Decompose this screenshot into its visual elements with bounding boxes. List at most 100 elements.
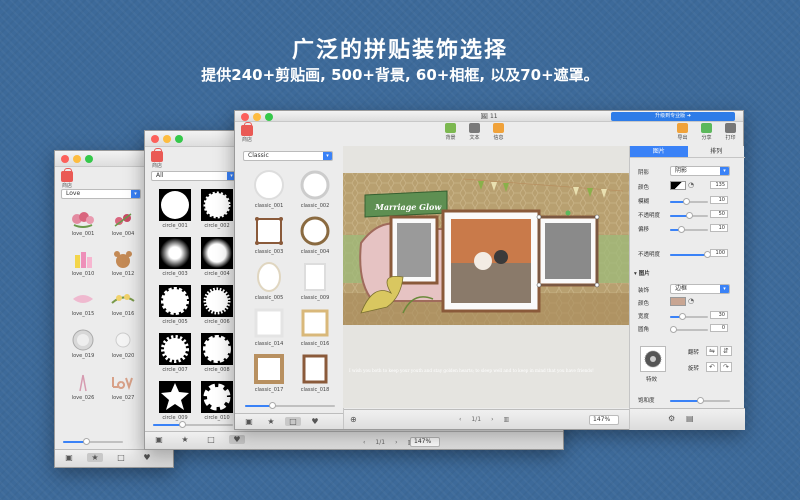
frame-item[interactable]: classic_017 [249, 353, 289, 393]
frame-item[interactable]: classic_009 [295, 261, 335, 301]
rotate-left-icon[interactable]: ↶ [706, 362, 718, 372]
next-page-icon[interactable]: › [491, 416, 493, 423]
effects-thumbnail[interactable] [640, 346, 666, 372]
next-page-icon[interactable]: › [395, 439, 397, 446]
rotate-right-icon[interactable]: ↷ [720, 362, 732, 372]
mask-item[interactable]: circle_009 [155, 381, 195, 421]
clipart-item[interactable]: love_020 [105, 329, 141, 359]
upgrade-button[interactable]: 升级到专业版 ➜ [611, 112, 735, 121]
frame-item[interactable]: classic_014 [249, 307, 289, 347]
print-button[interactable]: 打印 [725, 123, 736, 141]
category-select[interactable]: Love ▾ [61, 189, 141, 199]
minimize-button[interactable] [73, 155, 81, 163]
heart-icon[interactable]: ♥ [229, 435, 245, 444]
canvas[interactable]: Marriage Glow I wish you both to keep yo… [343, 146, 629, 408]
angle-field[interactable]: 135 [710, 181, 728, 189]
mask-item[interactable]: circle_008 [197, 333, 237, 373]
star-icon[interactable]: ★ [87, 453, 103, 462]
frame-icon[interactable]: □ [203, 435, 219, 444]
width-field[interactable]: 30 [710, 311, 728, 319]
mask-item[interactable]: circle_007 [155, 333, 195, 373]
opacity2-field[interactable]: 100 [710, 249, 728, 257]
clipart-item[interactable]: love_012 [105, 249, 141, 277]
mask-item[interactable]: circle_002 [197, 189, 237, 229]
prev-page-icon[interactable]: ‹ [459, 416, 461, 423]
document-icon[interactable]: ▤ [686, 414, 694, 423]
mask-item[interactable]: circle_005 [155, 285, 195, 325]
share-button[interactable]: 分享 [701, 123, 712, 141]
category-select[interactable]: All ▾ [151, 171, 237, 181]
flip-horizontal-icon[interactable]: ⇋ [706, 346, 718, 356]
thumbnail-size-slider[interactable] [153, 421, 233, 428]
image-icon[interactable]: ▣ [151, 435, 167, 444]
mask-item[interactable]: circle_010 [197, 381, 237, 421]
zoom-button[interactable] [85, 155, 93, 163]
frame-item[interactable]: classic_005 [249, 261, 289, 301]
category-select[interactable]: Classic ▾ [243, 151, 333, 161]
text-button[interactable]: 文本 [469, 123, 480, 141]
heart-icon[interactable]: ♥ [307, 417, 323, 426]
thumbnail-size-slider[interactable] [245, 402, 335, 409]
star-icon[interactable]: ★ [177, 435, 193, 444]
clipart-item[interactable]: love_027 [105, 371, 141, 401]
saturation-slider[interactable] [670, 397, 730, 404]
zoom-select[interactable]: 147% [589, 415, 619, 425]
minimize-button[interactable] [163, 135, 171, 143]
background-button[interactable]: 背景 [445, 123, 456, 141]
clipart-item[interactable]: love_016 [105, 289, 141, 317]
blur-field[interactable]: 10 [710, 196, 728, 204]
opacity-slider[interactable] [670, 212, 708, 219]
frame-color-well[interactable] [670, 297, 686, 306]
clipart-item[interactable]: love_019 [65, 329, 101, 359]
thumbnail-size-slider[interactable] [63, 438, 123, 445]
angle-icon[interactable]: ◔ [688, 181, 694, 189]
offset-slider[interactable] [670, 226, 708, 233]
width-slider[interactable] [670, 313, 708, 320]
flip-vertical-icon[interactable]: ⇵ [720, 346, 732, 356]
offset-field[interactable]: 10 [710, 224, 728, 232]
close-button[interactable] [61, 155, 69, 163]
mask-item[interactable]: circle_003 [155, 237, 195, 277]
shop-button[interactable]: 商店 [241, 122, 253, 143]
close-button[interactable] [151, 135, 159, 143]
star-icon[interactable]: ★ [263, 417, 279, 426]
mask-item[interactable]: circle_004 [197, 237, 237, 277]
clipart-item[interactable]: love_015 [65, 289, 101, 317]
frame-item[interactable]: classic_016 [295, 307, 335, 347]
clipart-item[interactable]: love_026 [65, 371, 101, 401]
mask-item[interactable]: circle_001 [155, 189, 195, 229]
clipart-item[interactable]: love_004 [105, 209, 141, 237]
opacity-field[interactable]: 50 [710, 210, 728, 218]
zoom-icon[interactable]: ⊕ [350, 415, 357, 424]
frame-item[interactable]: classic_002 [295, 169, 335, 209]
clipart-item[interactable]: love_001 [65, 209, 101, 237]
color-picker-icon[interactable]: ◔ [688, 297, 694, 305]
clipart-item[interactable]: love_010 [65, 249, 101, 277]
gear-icon[interactable]: ⚙ [668, 414, 675, 423]
shadow-color-well[interactable] [670, 181, 686, 190]
tab-arrange[interactable]: 排列 [687, 146, 745, 158]
blur-slider[interactable] [670, 198, 708, 205]
mask-item[interactable]: circle_006 [197, 285, 237, 325]
radius-field[interactable]: 0 [710, 324, 728, 332]
frame-item[interactable]: classic_001 [249, 169, 289, 209]
heart-icon[interactable]: ♥ [139, 453, 155, 462]
frame-item[interactable]: classic_003 [249, 215, 289, 255]
prev-page-icon[interactable]: ‹ [363, 439, 365, 446]
info-button[interactable]: 信息 [493, 123, 504, 141]
shop-button[interactable]: 商店 [151, 148, 163, 169]
shop-button[interactable]: 商店 [61, 168, 73, 189]
frame-select[interactable]: 边框 ▾ [670, 284, 730, 294]
radius-slider[interactable] [670, 326, 708, 333]
shadow-select[interactable]: 阴影 ▾ [670, 166, 730, 176]
zoom-select[interactable]: 147% [410, 437, 440, 447]
book-icon[interactable]: ▥ [503, 416, 509, 423]
export-button[interactable]: 导出 [677, 123, 688, 141]
zoom-button[interactable] [175, 135, 183, 143]
opacity2-slider[interactable] [670, 251, 711, 258]
image-icon[interactable]: ▣ [241, 417, 257, 426]
frame-item[interactable]: classic_004 [295, 215, 335, 255]
frame-item[interactable]: classic_018 [295, 353, 335, 393]
tab-image[interactable]: 图片 [630, 146, 688, 158]
frame-icon[interactable]: □ [285, 417, 301, 426]
